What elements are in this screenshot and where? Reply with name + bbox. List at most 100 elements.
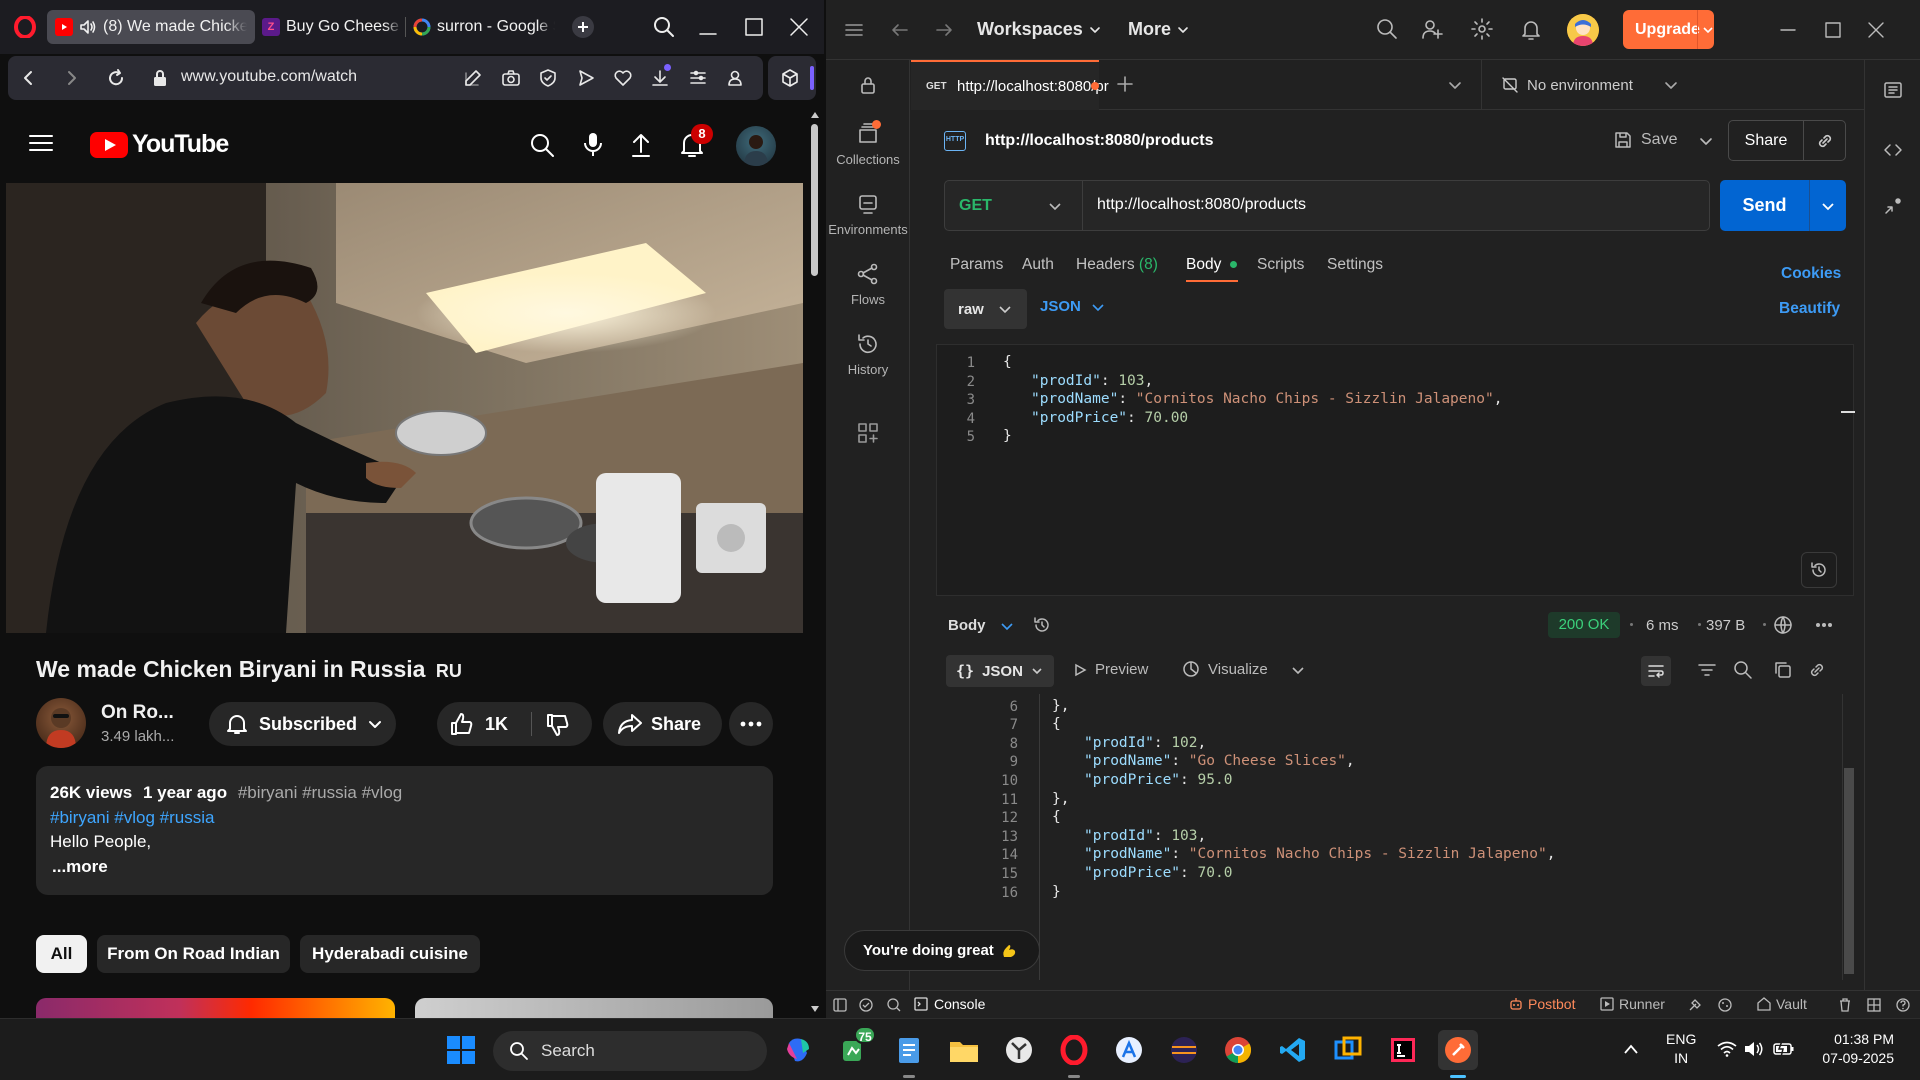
minimize-icon[interactable]	[697, 16, 719, 38]
chevron-down-icon[interactable]	[1291, 663, 1305, 677]
profile-icon[interactable]	[725, 68, 745, 88]
invite-icon[interactable]	[1421, 18, 1443, 40]
response-history-icon[interactable]	[1032, 615, 1052, 635]
downloads-icon[interactable]	[650, 64, 671, 88]
show-hidden-icons[interactable]	[1623, 1043, 1639, 1055]
environment-selector[interactable]: No environment	[1501, 76, 1633, 94]
chip-hyderabadi-cuisine[interactable]: Hyderabadi cuisine	[300, 935, 480, 973]
lock-icon[interactable]	[858, 75, 878, 95]
phone-link-icon[interactable]: 75	[834, 1026, 876, 1070]
notification-bell-icon[interactable]	[1520, 18, 1542, 40]
taskbar-search[interactable]: Search	[493, 1031, 767, 1071]
dislike-button[interactable]	[545, 712, 571, 738]
link-icon[interactable]	[1815, 131, 1835, 151]
chip-all[interactable]: All	[36, 935, 87, 973]
maximize-icon[interactable]	[743, 16, 765, 38]
like-button[interactable]: 1K	[449, 711, 508, 737]
request-title[interactable]: http://localhost:8080/products	[985, 132, 1213, 150]
search-tabs-icon[interactable]	[653, 16, 675, 38]
visualize-tab[interactable]: Visualize	[1182, 660, 1268, 678]
share-button[interactable]: Share	[603, 702, 722, 746]
documentation-icon[interactable]	[1883, 80, 1903, 100]
user-avatar[interactable]	[736, 126, 776, 166]
start-button[interactable]	[441, 1030, 481, 1070]
easy-setup-icon[interactable]	[688, 68, 708, 88]
description-hashtags[interactable]: #biryani #vlog #russia	[50, 808, 214, 828]
back-icon[interactable]	[18, 68, 38, 88]
channel-name[interactable]: On Ro...	[101, 702, 174, 724]
chrome-icon[interactable]	[1218, 1030, 1258, 1070]
toast-message[interactable]: You're doing great	[844, 930, 1040, 971]
tab-params[interactable]: Params	[950, 256, 1003, 274]
postbot-button[interactable]: Postbot	[1509, 996, 1575, 1012]
console-button[interactable]: Console	[914, 996, 985, 1012]
file-explorer-icon[interactable]	[944, 1030, 984, 1070]
wrap-lines-icon[interactable]	[1641, 656, 1671, 686]
layout-icon[interactable]	[1866, 997, 1882, 1013]
system-clock[interactable]: 01:38 PM 07-09-2025	[1812, 1030, 1894, 1068]
speaker-icon[interactable]	[79, 19, 97, 35]
runner-button[interactable]: Runner	[1600, 996, 1665, 1012]
ai-suggest-button[interactable]	[1801, 552, 1837, 588]
close-icon[interactable]	[1866, 20, 1886, 40]
response-scrollbar-thumb[interactable]	[1844, 768, 1854, 974]
user-avatar[interactable]	[1567, 14, 1599, 46]
hamburger-icon[interactable]	[844, 20, 864, 40]
opera-logo-icon[interactable]	[14, 16, 36, 38]
more-menu[interactable]: More	[1128, 19, 1189, 40]
save-button[interactable]: Save	[1613, 130, 1677, 150]
workspaces-menu[interactable]: Workspaces	[977, 19, 1101, 40]
chip-from-channel[interactable]: From On Road Indian	[97, 935, 290, 973]
reload-icon[interactable]	[106, 68, 126, 88]
response-format-selector[interactable]: {} JSON	[946, 655, 1054, 687]
find-icon[interactable]	[886, 997, 902, 1013]
more-options-icon[interactable]	[1815, 622, 1833, 628]
menu-icon[interactable]	[29, 133, 53, 153]
edit-icon[interactable]	[463, 68, 483, 88]
new-tab-icon[interactable]	[572, 16, 594, 38]
search-response-icon[interactable]	[1733, 660, 1753, 680]
notepad-icon[interactable]	[889, 1030, 929, 1070]
tab-zepto[interactable]: Z Buy Go Cheese Sl	[262, 10, 402, 44]
cube-icon[interactable]	[780, 68, 800, 88]
add-workbench-icon[interactable]	[857, 422, 879, 444]
forward-arrow-icon[interactable]	[934, 20, 954, 40]
cookies-link[interactable]: Cookies	[1781, 265, 1841, 283]
check-circle-icon[interactable]	[858, 997, 874, 1013]
new-tab-plus-icon[interactable]	[1116, 75, 1134, 93]
method-selector[interactable]: GET	[945, 181, 1082, 230]
camera-icon[interactable]	[501, 68, 521, 88]
shield-icon[interactable]	[538, 68, 558, 88]
tab-settings[interactable]: Settings	[1327, 256, 1383, 274]
sidebar-toggle[interactable]	[768, 56, 816, 100]
preview-tab[interactable]: Preview	[1073, 661, 1148, 678]
help-icon[interactable]	[1895, 997, 1911, 1013]
send-button[interactable]: Send	[1720, 180, 1809, 231]
chevron-down-icon[interactable]	[1663, 77, 1679, 93]
globe-icon[interactable]	[1772, 614, 1794, 636]
intellij-icon[interactable]	[1383, 1030, 1423, 1070]
lock-icon[interactable]	[150, 68, 170, 88]
send-dropdown-icon[interactable]	[1821, 199, 1835, 213]
trash-icon[interactable]	[1837, 997, 1853, 1013]
show-more-link[interactable]: ...more	[52, 857, 108, 877]
sidebar-toggle-icon[interactable]	[832, 997, 848, 1013]
response-time[interactable]: 6 ms	[1646, 617, 1679, 634]
share-button[interactable]: Share	[1729, 121, 1803, 160]
heart-icon[interactable]	[613, 68, 633, 88]
sidebar-item-collections[interactable]: Collections	[826, 120, 910, 167]
back-arrow-icon[interactable]	[890, 20, 910, 40]
url-text[interactable]: www.youtube.com/watch	[181, 68, 357, 86]
capture-icon[interactable]	[1687, 997, 1703, 1013]
settings-icon[interactable]	[1471, 18, 1493, 40]
url-input[interactable]: http://localhost:8080/products	[1097, 196, 1306, 214]
thumbnail-1[interactable]	[36, 998, 395, 1018]
tab-auth[interactable]: Auth	[1022, 256, 1054, 274]
tabs-dropdown-icon[interactable]	[1447, 77, 1463, 93]
youtube-logo[interactable]: YouTube	[90, 130, 229, 159]
maximize-icon[interactable]	[1823, 20, 1843, 40]
subscribed-button[interactable]: Subscribed	[209, 702, 396, 746]
volume-icon[interactable]	[1744, 1041, 1764, 1057]
virtualbox-icon[interactable]	[1328, 1030, 1368, 1070]
vault-button[interactable]: Vault	[1757, 996, 1807, 1012]
